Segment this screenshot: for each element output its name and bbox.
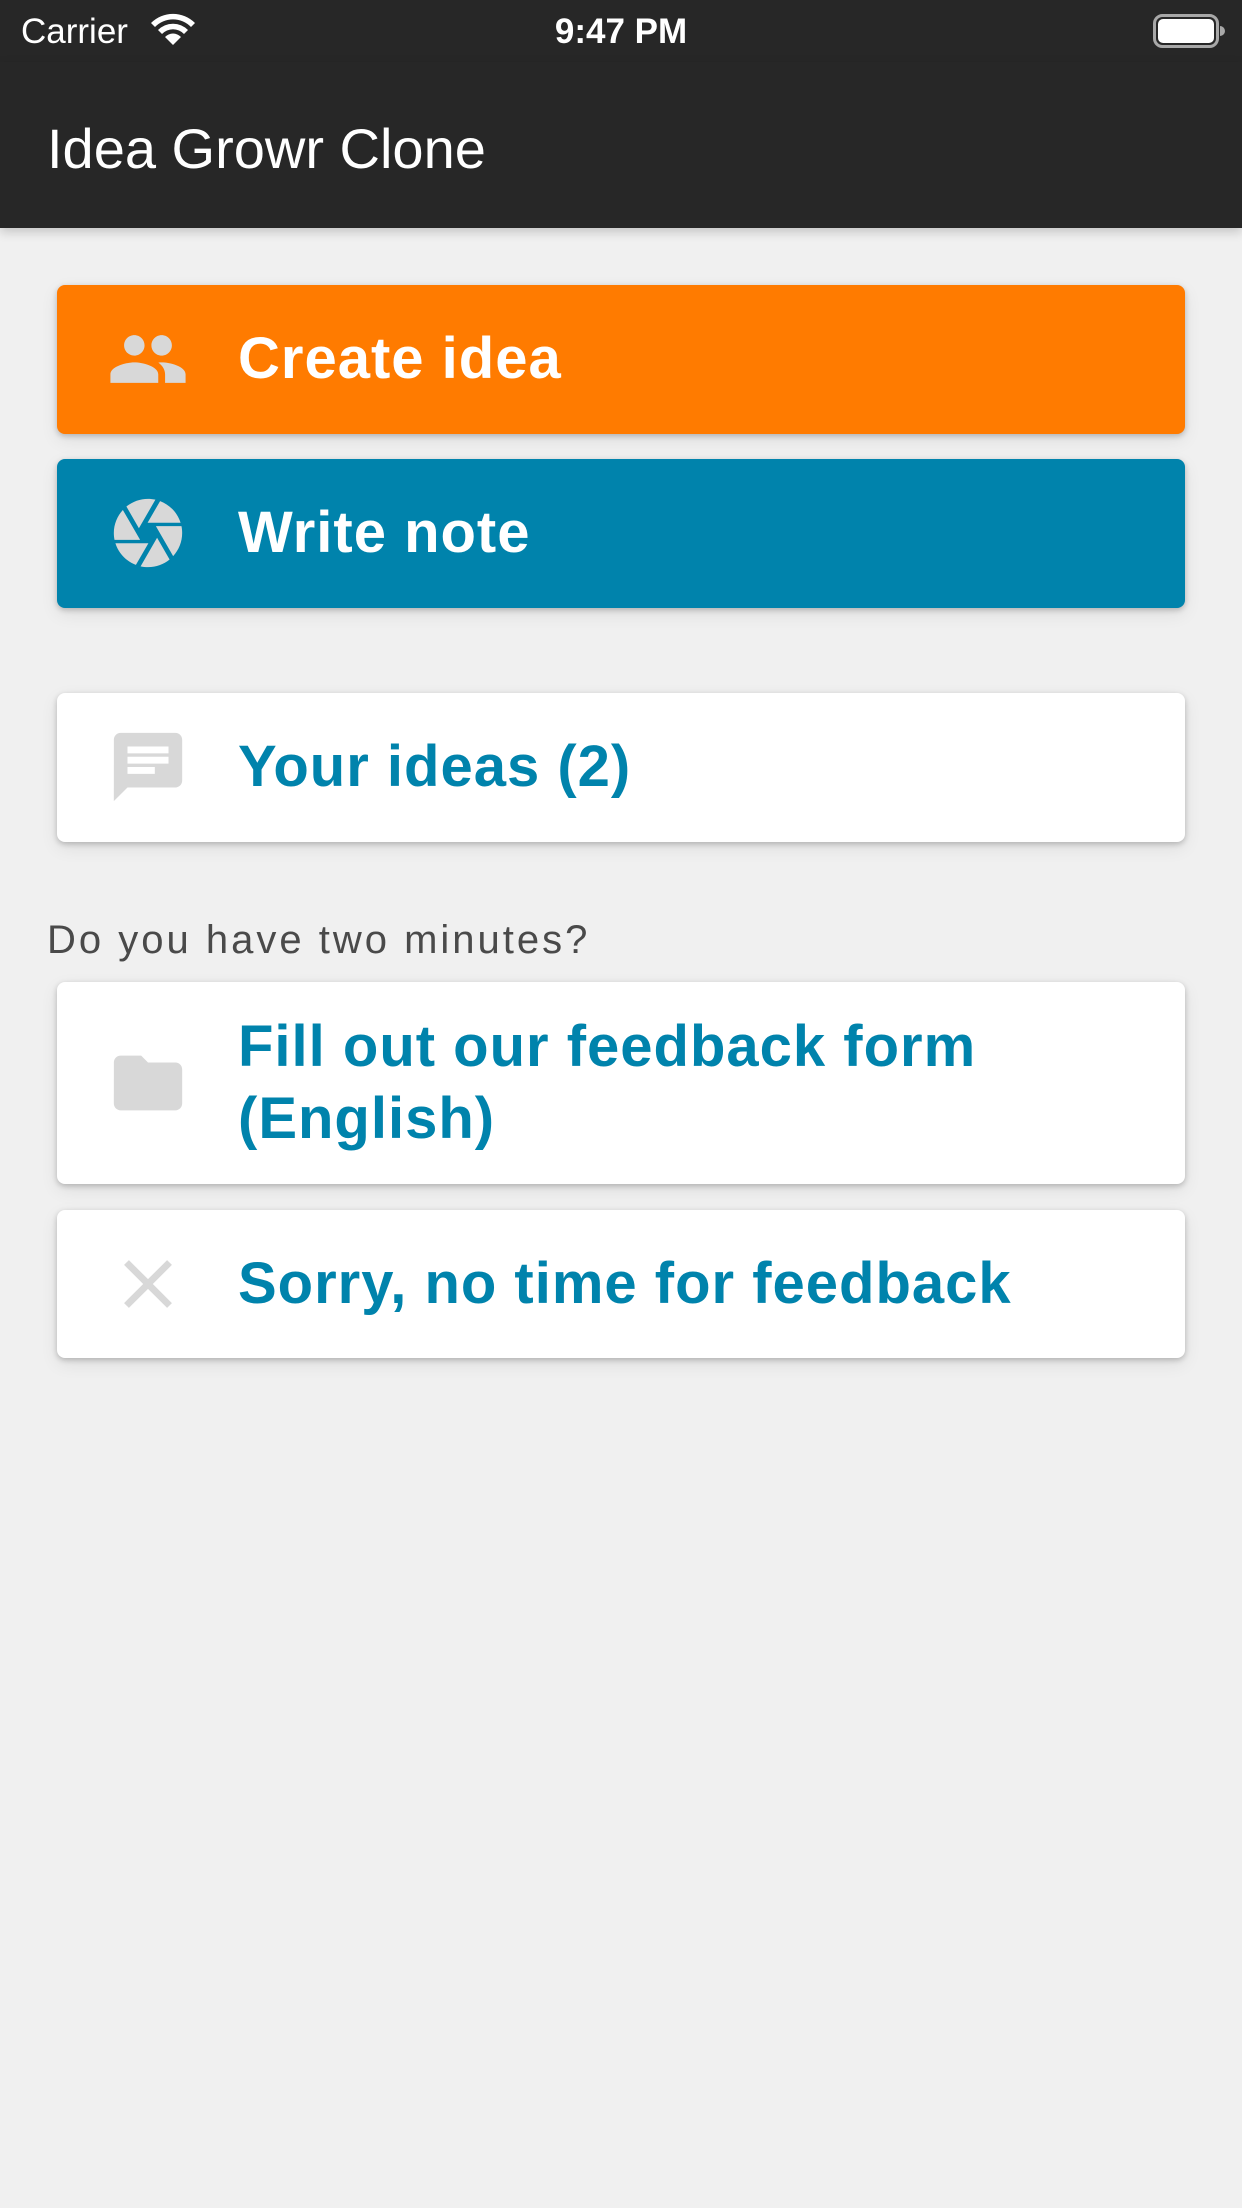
create-idea-button[interactable]: Create idea xyxy=(57,285,1185,434)
feedback-form-label: Fill out our feedback form (English) xyxy=(238,1014,977,1151)
write-note-label: Write note xyxy=(238,500,531,565)
no-time-feedback-button[interactable]: Sorry, no time for feedback xyxy=(57,1210,1185,1358)
folder-icon xyxy=(113,1055,183,1111)
app-bar: Idea Growr Clone xyxy=(0,62,1242,228)
feedback-form-button[interactable]: Fill out our feedback form (English) xyxy=(57,982,1185,1184)
create-idea-label: Create idea xyxy=(238,326,562,391)
write-note-button[interactable]: Write note xyxy=(57,459,1185,608)
status-bar: Carrier 9:47 PM xyxy=(0,0,1242,62)
status-time: 9:47 PM xyxy=(554,12,688,51)
no-time-label: Sorry, no time for feedback xyxy=(238,1251,1012,1316)
app-title: Idea Growr Clone xyxy=(47,117,486,180)
camera-shutter-icon xyxy=(113,498,183,568)
people-icon xyxy=(110,335,186,383)
your-ideas-label: Your ideas (2) xyxy=(238,734,632,799)
your-ideas-button[interactable]: Your ideas (2) xyxy=(57,693,1185,842)
chat-message-icon xyxy=(113,732,183,802)
feedback-heading: Do you have two minutes? xyxy=(47,918,591,962)
battery-icon xyxy=(1153,14,1225,48)
close-icon xyxy=(124,1260,172,1308)
